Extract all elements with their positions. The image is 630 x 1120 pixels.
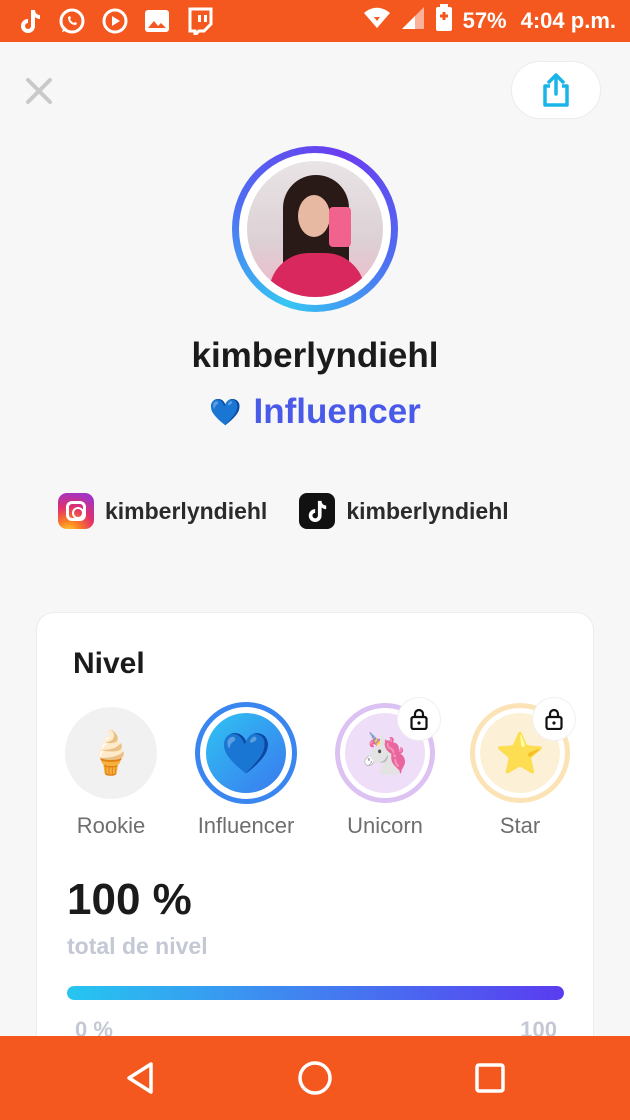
ice-cream-icon: 🍦	[84, 728, 138, 776]
status-bar: 57% 4:04 p.m.	[0, 0, 630, 42]
close-icon	[26, 78, 52, 104]
tiktok-link[interactable]: kimberlyndiehl	[299, 493, 509, 529]
level-percent: 100 %	[67, 875, 192, 924]
instagram-icon	[58, 493, 94, 529]
back-button[interactable]	[120, 1058, 160, 1098]
current-level: 💙 Influencer	[0, 392, 630, 432]
clock: 4:04 p.m.	[520, 8, 616, 33]
close-button[interactable]	[22, 74, 56, 108]
lock-icon	[398, 698, 440, 740]
home-circle-icon	[298, 1061, 332, 1095]
recents-button[interactable]	[470, 1058, 510, 1098]
navigation-bar	[0, 1036, 630, 1120]
tiktok-handle: kimberlyndiehl	[346, 497, 509, 524]
avatar	[232, 146, 398, 312]
badge-rookie[interactable]: 🍦 Rookie	[56, 707, 166, 839]
battery-percent: 57%	[462, 8, 507, 33]
badge-star[interactable]: ⭐ Star	[465, 698, 575, 839]
share-icon	[543, 73, 569, 107]
instagram-handle: kimberlyndiehl	[105, 497, 268, 524]
twitch-icon	[186, 7, 214, 35]
badge-label: Unicorn	[347, 813, 423, 838]
badge-unicorn[interactable]: 🦄 Unicorn	[330, 698, 440, 839]
level-percent-label: total de nivel	[67, 933, 208, 959]
home-button[interactable]	[295, 1058, 335, 1098]
badge-influencer[interactable]: 💙 Influencer	[191, 702, 301, 839]
gallery-icon	[143, 7, 171, 35]
wifi-icon	[363, 7, 391, 35]
star-icon: ⭐	[495, 731, 545, 776]
battery-icon	[435, 4, 453, 38]
tiktok-icon	[299, 493, 336, 529]
badge-label: Influencer	[197, 813, 295, 838]
unicorn-icon: 🦄	[360, 731, 410, 776]
level-progress-fill	[67, 986, 564, 1000]
recents-square-icon	[475, 1063, 505, 1093]
level-progress-bar	[67, 986, 564, 1000]
level-card-title: Nivel	[73, 647, 145, 680]
whatsapp-icon	[58, 7, 86, 35]
badge-label: Rookie	[76, 813, 146, 838]
blue-heart-icon: 💙	[209, 396, 242, 427]
username: kimberlyndiehl	[191, 336, 439, 375]
instagram-link[interactable]: kimberlyndiehl	[58, 493, 267, 529]
share-button[interactable]	[511, 61, 601, 119]
youtube-icon	[101, 7, 129, 35]
profile-photo	[247, 161, 383, 297]
signal-icon	[401, 6, 425, 36]
lock-icon	[533, 698, 575, 740]
blue-heart-icon: 💙	[221, 731, 271, 776]
current-level-name: Influencer	[253, 392, 421, 431]
tiktok-icon	[16, 7, 44, 35]
social-links: kimberlyndiehl kimberlyndiehl	[58, 492, 578, 530]
back-triangle-icon	[127, 1062, 153, 1094]
badge-label: Star	[499, 813, 541, 838]
